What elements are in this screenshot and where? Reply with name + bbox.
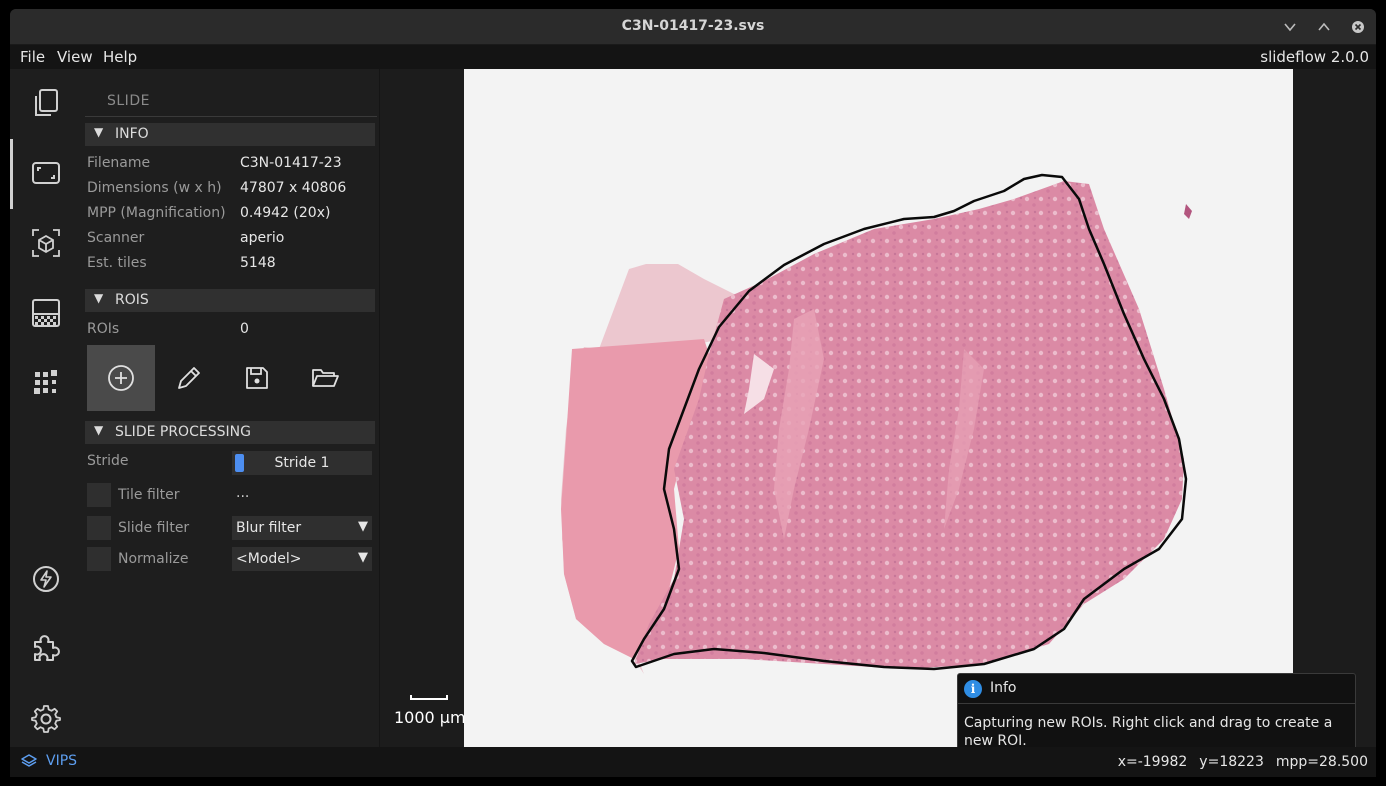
- collapse-triangle-icon: ▼: [94, 291, 104, 305]
- info-key: Est. tiles: [87, 255, 147, 271]
- processing-section-header[interactable]: ▼ SLIDE PROCESSING: [85, 421, 375, 444]
- scale-bar: [410, 695, 448, 700]
- rois-section-header[interactable]: ▼ ROIS: [85, 289, 375, 312]
- info-section-header[interactable]: ▼ INFO: [85, 123, 375, 146]
- slide-viewer[interactable]: 1000 µm: [380, 69, 1376, 747]
- app-version: slideflow 2.0.0: [1260, 48, 1369, 66]
- info-value: 0.4942 (20x): [240, 205, 331, 221]
- tile-filter-checkbox[interactable]: [87, 483, 111, 507]
- info-header-label: INFO: [115, 126, 149, 142]
- window-title: C3N-01417-23.svs: [621, 18, 765, 34]
- normalize-label: Normalize: [118, 551, 189, 567]
- backend-indicator[interactable]: VIPS: [20, 753, 77, 769]
- layers-icon: [21, 754, 37, 767]
- info-value: 5148: [240, 255, 276, 271]
- close-icon: [1352, 21, 1364, 33]
- dropdown-arrow-icon: ▼: [358, 519, 368, 534]
- stride-value: Stride 1: [274, 455, 330, 471]
- dropdown-arrow-icon: ▼: [358, 550, 368, 565]
- tile-filter-options-button[interactable]: ...: [236, 485, 249, 501]
- menu-help[interactable]: Help: [103, 48, 137, 66]
- menu-file[interactable]: File: [20, 48, 45, 66]
- rois-label: ROIs: [87, 321, 120, 337]
- tile-filter-label: Tile filter: [118, 487, 180, 503]
- collapse-triangle-icon: ▼: [94, 423, 104, 437]
- info-key: MPP (Magnification): [87, 205, 226, 221]
- toast-title: Info: [990, 680, 1017, 696]
- minimize-button[interactable]: [1280, 17, 1300, 37]
- toast-header: i Info: [958, 674, 1355, 704]
- info-key: Dimensions (w x h): [87, 180, 222, 196]
- collapse-triangle-icon: ▼: [94, 125, 104, 139]
- maximize-button[interactable]: [1314, 17, 1334, 37]
- info-key: Scanner: [87, 230, 145, 246]
- load-roi-button[interactable]: [291, 345, 359, 411]
- plus-circle-icon: [108, 365, 134, 391]
- menu-bar: File View Help slideflow 2.0.0: [10, 45, 1376, 69]
- x-coordinate: x=-19982: [1117, 754, 1188, 770]
- slide-filter-value: Blur filter: [236, 520, 302, 536]
- info-icon: i: [964, 680, 982, 698]
- model-cube-icon[interactable]: [28, 225, 64, 261]
- panel-divider: [85, 116, 377, 117]
- scale-bar-label: 1000 µm: [394, 708, 466, 727]
- slide-panel: SLIDE ▼ INFO Filename C3N-01417-23 Dimen…: [80, 69, 380, 747]
- active-indicator: [10, 139, 13, 209]
- processing-header-label: SLIDE PROCESSING: [115, 424, 251, 440]
- folder-open-icon: [312, 369, 339, 387]
- tissue-image: [561, 173, 1192, 674]
- menu-view[interactable]: View: [57, 48, 93, 66]
- edit-roi-button[interactable]: [155, 345, 223, 411]
- app-window: C3N-01417-23.svs File View Help slideflo…: [10, 9, 1376, 777]
- rois-count: 0: [240, 321, 249, 337]
- stride-slider[interactable]: Stride 1: [232, 451, 372, 475]
- extensions-icon[interactable]: [28, 630, 64, 666]
- save-icon: [246, 367, 268, 389]
- settings-icon[interactable]: [28, 701, 64, 737]
- close-button[interactable]: [1348, 17, 1368, 37]
- left-toolbar: [10, 69, 80, 747]
- heatmap-icon[interactable]: [28, 295, 64, 331]
- chevron-down-icon: [1284, 23, 1296, 32]
- slide-filter-checkbox[interactable]: [87, 516, 111, 540]
- info-value: 47807 x 40806: [240, 180, 347, 196]
- info-value: aperio: [240, 230, 285, 246]
- coordinates-readout: x=-19982 y=18223 mpp=28.500: [1106, 754, 1368, 770]
- slide-filter-label: Slide filter: [118, 520, 190, 536]
- info-toast[interactable]: i Info Capturing new ROIs. Right click a…: [957, 673, 1356, 754]
- mpp-value: mpp=28.500: [1275, 754, 1368, 770]
- chevron-up-icon: [1318, 22, 1330, 31]
- status-bar: VIPS x=-19982 y=18223 mpp=28.500: [10, 747, 1376, 777]
- lightning-icon[interactable]: [28, 561, 64, 597]
- documents-icon[interactable]: [28, 85, 64, 121]
- y-coordinate: y=18223: [1199, 754, 1264, 770]
- normalize-value: <Model>: [236, 551, 302, 567]
- slide-image[interactable]: [464, 69, 1293, 747]
- info-key: Filename: [87, 155, 151, 171]
- add-roi-button[interactable]: [87, 345, 155, 411]
- backend-label: VIPS: [46, 753, 78, 769]
- info-value: C3N-01417-23: [240, 155, 342, 171]
- panel-title: SLIDE: [107, 93, 150, 109]
- rois-header-label: ROIS: [115, 292, 149, 308]
- pencil-icon: [178, 367, 200, 389]
- slide-view-icon[interactable]: [28, 155, 64, 191]
- normalize-checkbox[interactable]: [87, 547, 111, 571]
- toast-message: Capturing new ROIs. Right click and drag…: [964, 715, 1333, 749]
- title-bar: C3N-01417-23.svs: [10, 9, 1376, 45]
- mosaic-icon[interactable]: [28, 365, 64, 401]
- stride-label: Stride: [87, 453, 129, 469]
- save-roi-button[interactable]: [223, 345, 291, 411]
- slide-filter-dropdown[interactable]: Blur filter ▼: [232, 516, 372, 540]
- normalize-dropdown[interactable]: <Model> ▼: [232, 547, 372, 571]
